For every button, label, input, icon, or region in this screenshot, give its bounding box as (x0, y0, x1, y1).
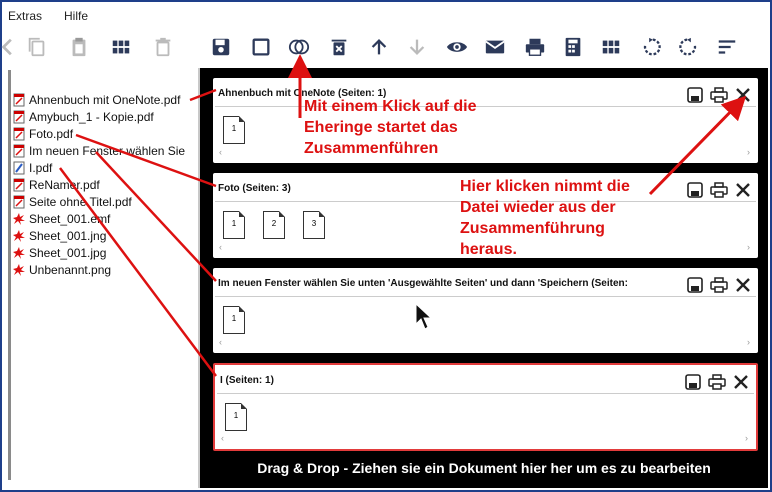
mouse-cursor-icon (415, 302, 433, 330)
link-foto (75, 133, 217, 188)
link-i (59, 167, 217, 377)
annotation-arrows (59, 54, 747, 377)
arrow-remove (648, 95, 747, 196)
link-neues-fenster (95, 151, 217, 282)
link-ahnenbuch (189, 88, 217, 102)
